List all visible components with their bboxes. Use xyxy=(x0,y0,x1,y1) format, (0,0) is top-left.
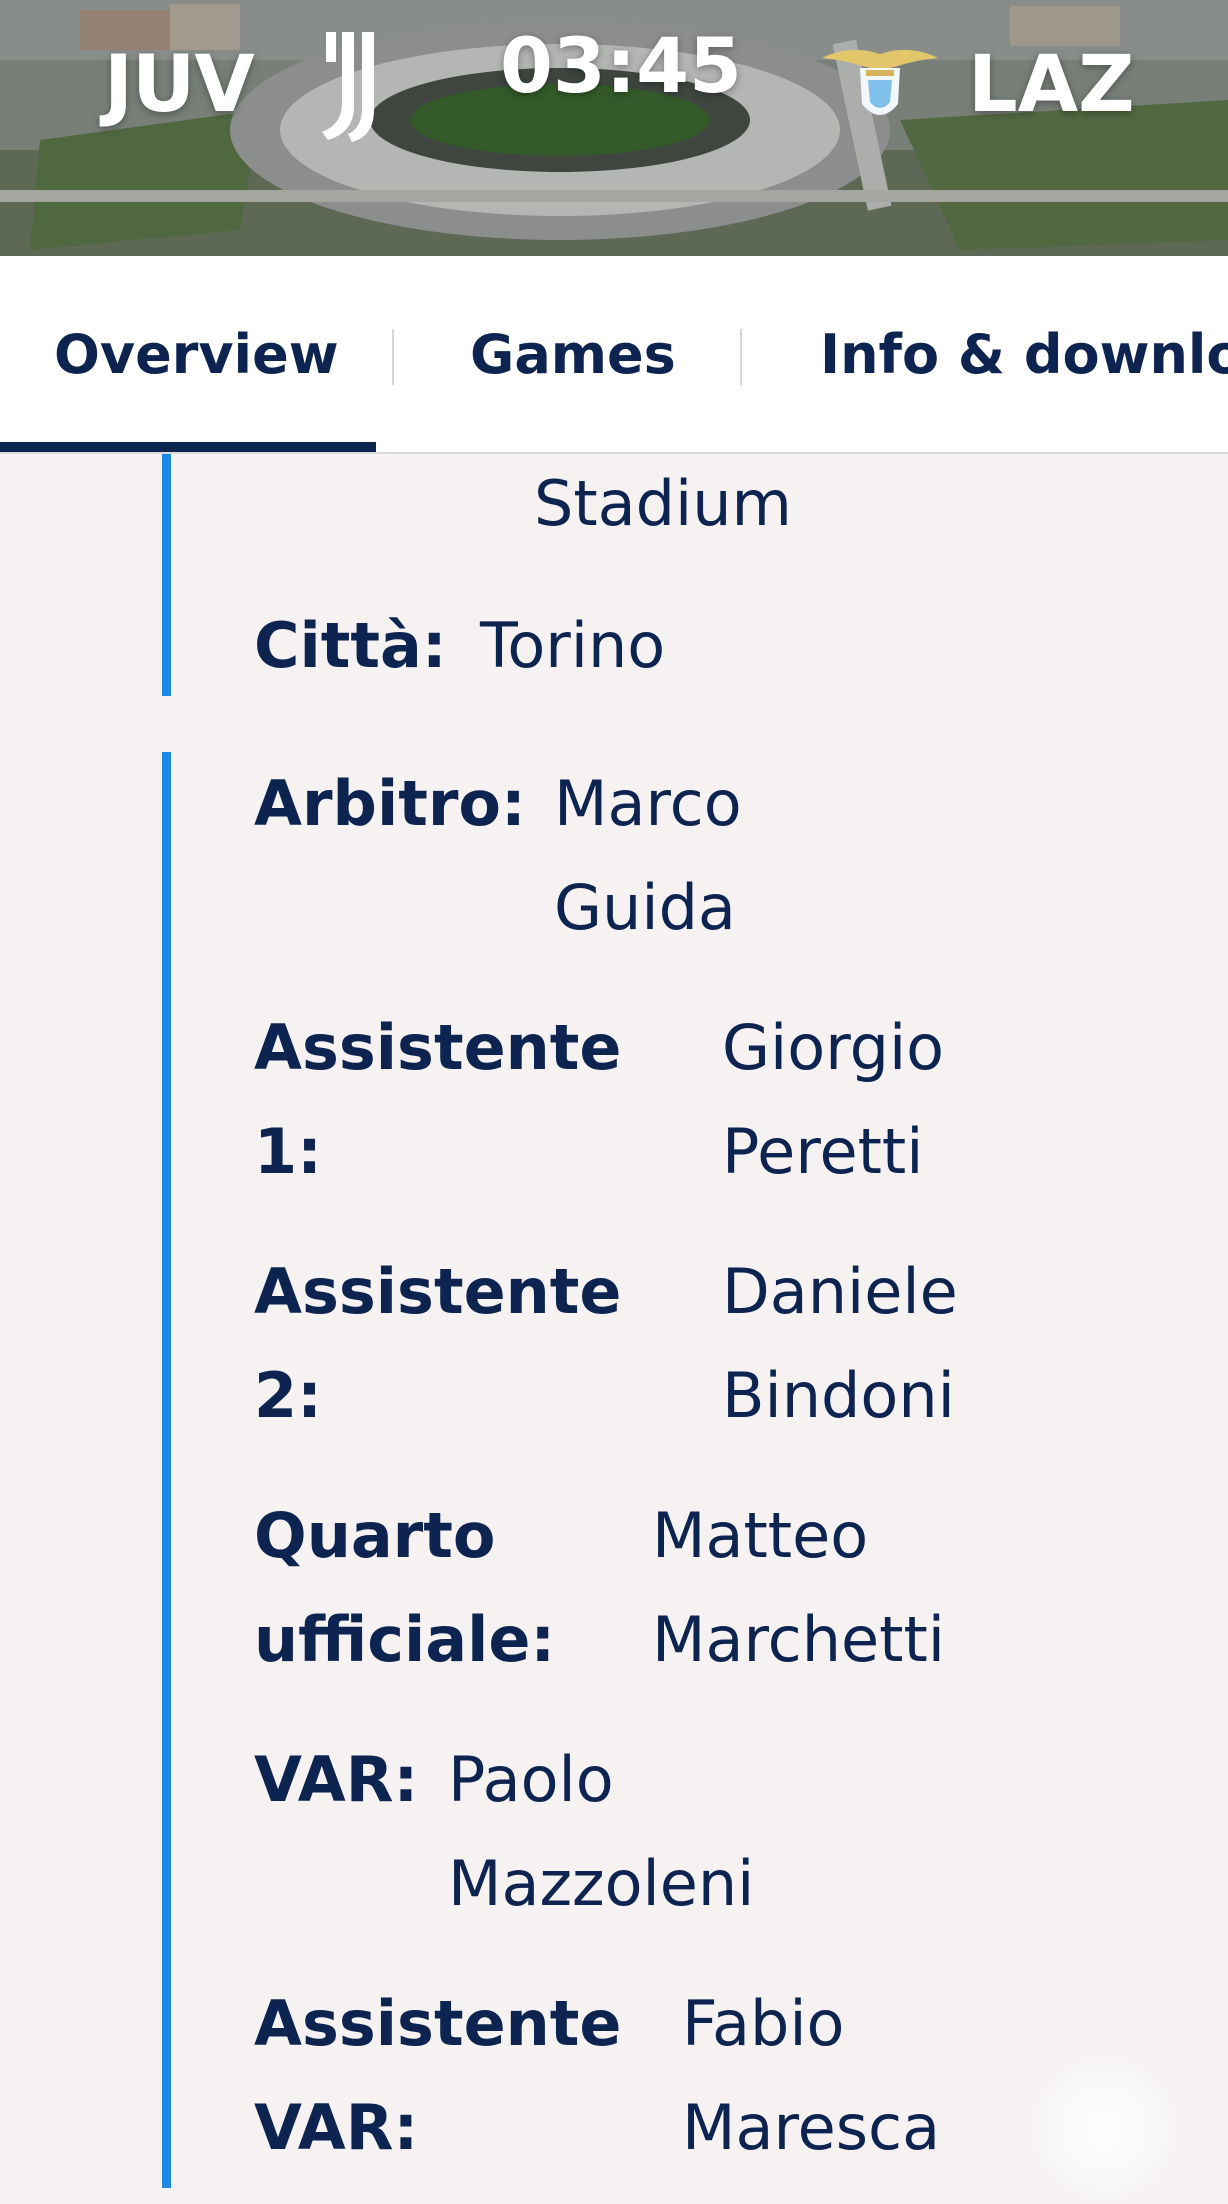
lazio-logo-icon xyxy=(822,49,938,115)
city-value: Torino xyxy=(480,609,666,682)
official-name-line: Giorgio xyxy=(722,1011,945,1084)
city-label: Città: xyxy=(254,609,447,682)
away-team-code: LAZ xyxy=(968,40,1135,130)
official-name-line: Paolo xyxy=(448,1743,614,1816)
official-label: Arbitro: xyxy=(254,767,526,840)
official-label: ufficiale: xyxy=(254,1603,556,1676)
venue-section-accent xyxy=(162,454,171,696)
official-name-line: Peretti xyxy=(722,1115,924,1188)
tab-bar: Overview Games Info & downloa xyxy=(0,256,1228,454)
tab-info-downloads[interactable]: Info & downloa xyxy=(820,256,1228,452)
official-label: Assistente xyxy=(254,1255,622,1328)
overview-content[interactable]: Stadium Città: Torino Arbitro: Marco Gui… xyxy=(0,454,1228,2204)
match-header-banner: JUV 03:45 LAZ xyxy=(0,0,1228,256)
official-name-line: Marco xyxy=(554,767,742,840)
official-name-line: Daniele xyxy=(722,1255,958,1328)
tab-divider xyxy=(740,329,742,385)
official-name-line: Mazzoleni xyxy=(448,1847,755,1920)
official-label: VAR: xyxy=(254,1743,419,1816)
official-name-line: Matteo xyxy=(652,1499,869,1572)
stadium-name-tail: Stadium xyxy=(534,467,792,540)
tab-overview[interactable]: Overview xyxy=(54,256,339,452)
official-label: VAR: xyxy=(254,2091,419,2164)
official-label: 2: xyxy=(254,1359,322,1432)
active-tab-indicator xyxy=(0,442,376,452)
tab-games[interactable]: Games xyxy=(470,256,676,452)
floating-action-ghost[interactable] xyxy=(1030,2054,1180,2204)
official-label: Assistente 1: xyxy=(254,1011,622,1188)
juventus-logo-icon xyxy=(322,32,374,142)
official-label: Quarto xyxy=(254,1499,496,1572)
home-team-code: JUV xyxy=(104,40,255,130)
officials-section-accent xyxy=(162,752,171,2188)
tab-divider xyxy=(392,329,394,385)
official-name-line: Fabio xyxy=(682,1987,845,2060)
match-clock: 03:45 xyxy=(500,21,742,110)
official-name-line: Marchetti xyxy=(652,1603,945,1676)
official-label: Assistente xyxy=(254,1987,622,2060)
official-name-line: Maresca xyxy=(682,2091,941,2164)
official-name-line: Bindoni xyxy=(722,1359,955,1432)
official-name-line: Guida xyxy=(554,871,736,944)
